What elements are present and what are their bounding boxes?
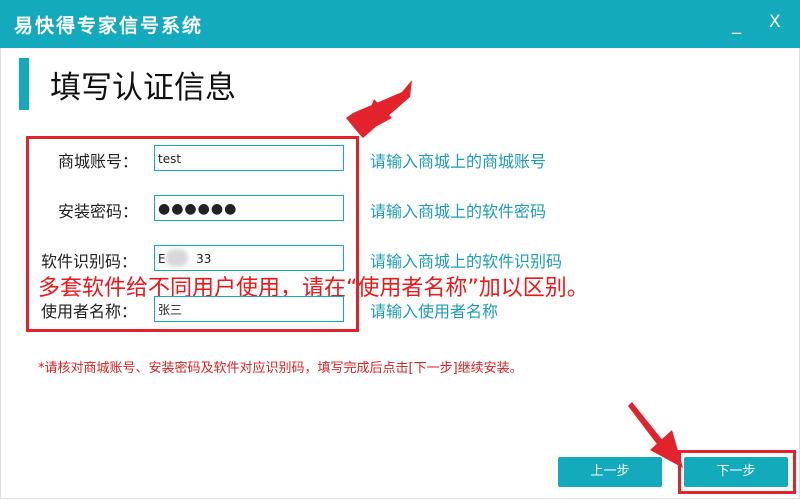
annotation-arrows xyxy=(346,80,683,468)
